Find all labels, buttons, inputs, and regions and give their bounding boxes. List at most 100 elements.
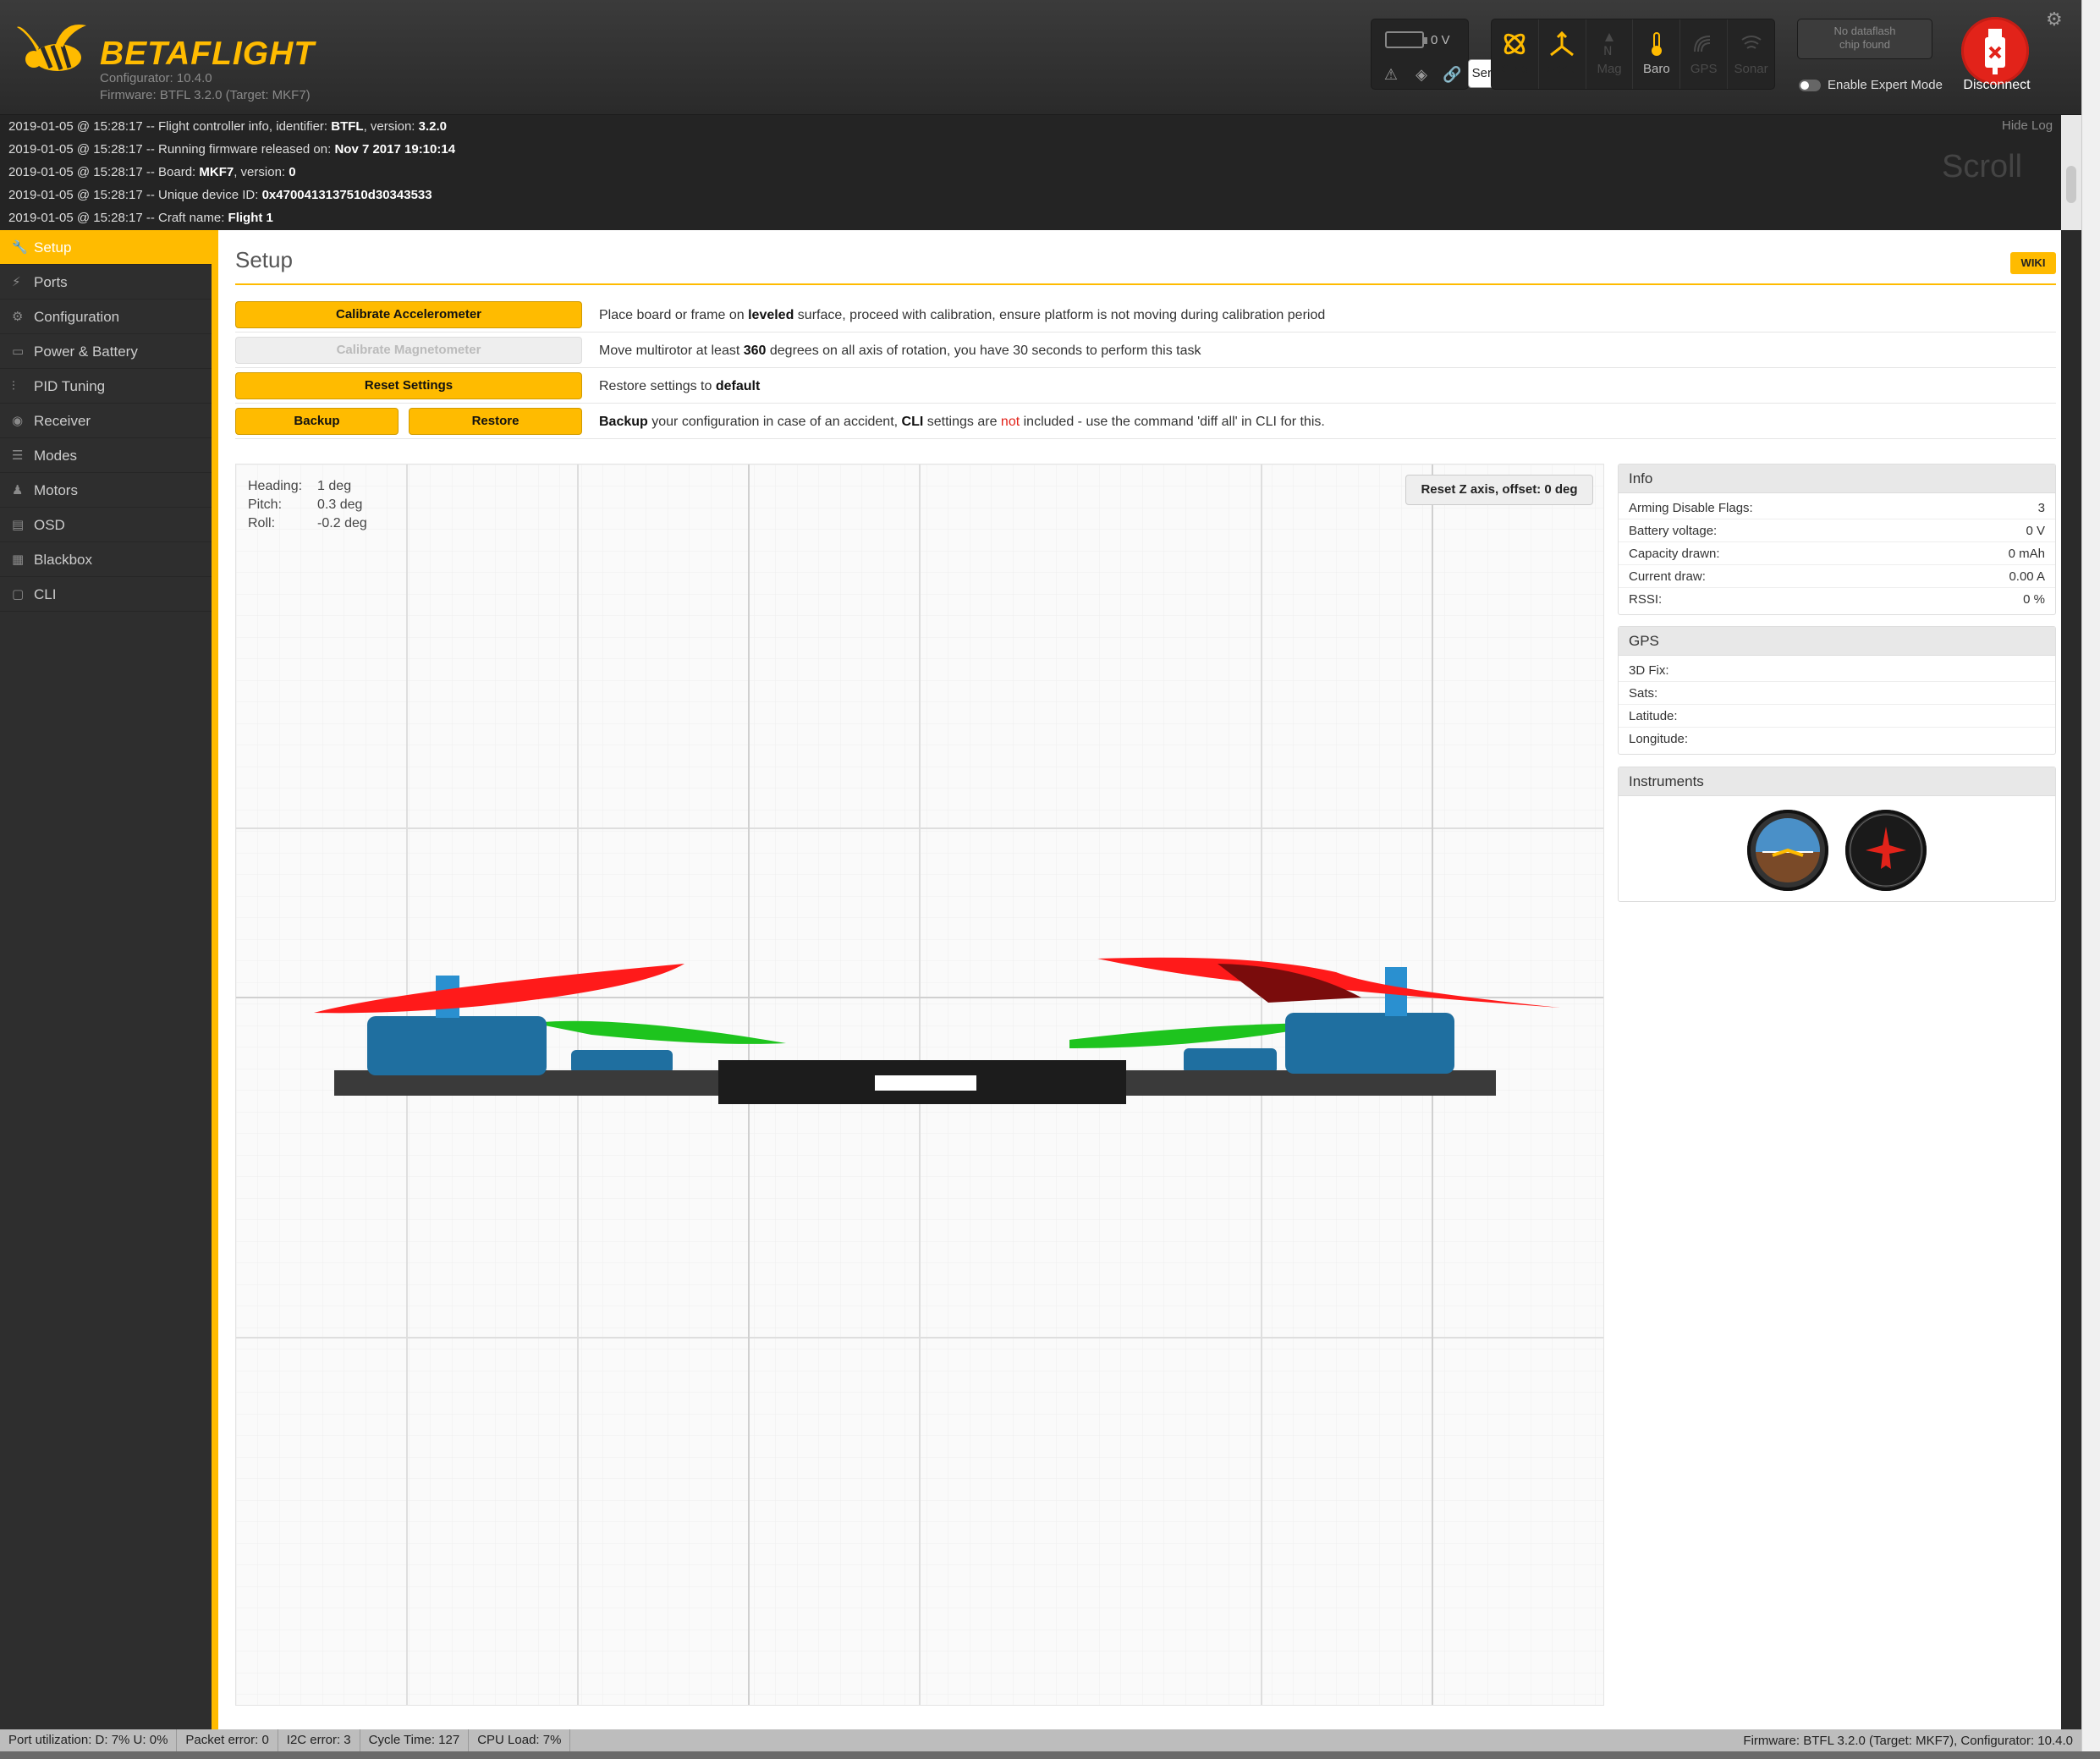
- log-line: 2019-01-05 @ 15:28:17 -- Flight controll…: [8, 119, 447, 134]
- sidebar-item-cli[interactable]: ▢ CLI: [0, 577, 212, 612]
- calibrate-magnetometer-button[interactable]: Calibrate Magnetometer: [235, 337, 582, 364]
- sidebar-item-label: Motors: [34, 482, 78, 498]
- sidebar-item-label: Modes: [34, 448, 78, 464]
- link-icon[interactable]: 🔗: [1443, 65, 1461, 84]
- sidebar-item-label: OSD: [34, 517, 65, 533]
- baro-icon: [1633, 31, 1679, 57]
- sonar-icon: [1728, 31, 1774, 57]
- calibrate-accelerometer-button[interactable]: Calibrate Accelerometer: [235, 301, 582, 328]
- reset-settings-button[interactable]: Reset Settings: [235, 372, 582, 399]
- sensor-label: Sonar: [1734, 62, 1768, 76]
- hide-log-link[interactable]: Hide Log: [2002, 118, 2053, 133]
- sidebar-item-configuration[interactable]: ⚙ Configuration: [0, 300, 212, 334]
- sidebar-item-power-battery[interactable]: ▭ Power & Battery: [0, 334, 212, 369]
- toggle-switch[interactable]: [1799, 79, 1821, 91]
- sidebar-item-blackbox[interactable]: ▦ Blackbox: [0, 542, 212, 577]
- disconnect-button[interactable]: [1961, 17, 2029, 85]
- calibrate-acc-description: Place board or frame on leveled surface,…: [599, 308, 1326, 322]
- gps-icon: [1680, 31, 1727, 57]
- info-row: Battery voltage: 0 V: [1619, 519, 2055, 542]
- cli-icon: ▢: [12, 587, 25, 602]
- info-value: 3: [2037, 501, 2045, 515]
- log-line: 2019-01-05 @ 15:28:17 -- Craft name: Fli…: [8, 211, 273, 225]
- sidebar-item-pid-tuning[interactable]: ⫶ PID Tuning: [0, 369, 212, 404]
- front-left-motor: [367, 1016, 547, 1075]
- sensor-label: Gyro: [1501, 62, 1529, 76]
- front-left-prop: [314, 964, 684, 1014]
- mag-icon: N: [1586, 31, 1633, 57]
- info-row: Capacity drawn: 0 mAh: [1619, 542, 2055, 565]
- info-label: Arming Disable Flags:: [1629, 501, 1753, 515]
- front-right-motor: [1285, 1013, 1454, 1074]
- port-utilization: Port utilization: D: 7% U: 0%: [0, 1729, 178, 1751]
- log-line: 2019-01-05 @ 15:28:17 -- Running firmwar…: [8, 142, 456, 157]
- scroll-indicator[interactable]: Scroll: [1942, 149, 2022, 185]
- info-label: RSSI:: [1629, 592, 1663, 607]
- sidebar-item-motors[interactable]: ♟ Motors: [0, 473, 212, 508]
- sidebar-item-osd[interactable]: ▤ OSD: [0, 508, 212, 542]
- receiver-icon: ◉: [12, 414, 24, 428]
- window-bottom-edge: [0, 1751, 2100, 1759]
- calibrate-mag-description: Move multirotor at least 360 degrees on …: [599, 344, 1201, 358]
- dataflash-status: No dataflash chip found: [1797, 19, 1932, 59]
- rear-right-motor: [1184, 1048, 1277, 1074]
- expert-mode-toggle[interactable]: Enable Expert Mode: [1799, 78, 1943, 92]
- sidebar-item-receiver[interactable]: ◉ Receiver: [0, 404, 212, 438]
- bee-logo-icon: [17, 24, 86, 71]
- backup-button[interactable]: Backup: [235, 408, 399, 435]
- sensor-mag: N Mag: [1586, 19, 1634, 89]
- wiki-button[interactable]: WIKI: [2010, 252, 2056, 274]
- svg-text:N: N: [1603, 45, 1612, 57]
- model-view[interactable]: Heading: 1 deg Pitch: 0.3 deg Roll: -0.2 de…: [235, 464, 1604, 1706]
- status-bar: Port utilization: D: 7% U: 0% Packet err…: [0, 1729, 2081, 1751]
- reset-row: Reset Settings Restore settings to defau…: [235, 369, 2056, 404]
- sidebar-item-label: Power & Battery: [34, 344, 138, 360]
- settings-gear-icon[interactable]: ⚙: [2046, 8, 2063, 30]
- osd-icon: ▤: [12, 518, 25, 532]
- attitude-readout: Heading: 1 deg Pitch: 0.3 deg Roll: -0.2 de…: [246, 476, 382, 534]
- sensor-baro: Baro: [1633, 19, 1681, 89]
- heading-value: 1 deg: [317, 479, 352, 493]
- battery-status: 0 V ⚠ ◈ 🔗: [1371, 19, 1469, 90]
- battery-icon: ▭: [12, 344, 25, 359]
- sidebar-item-label: CLI: [34, 586, 57, 602]
- info-label: Current draw:: [1629, 569, 1706, 584]
- info-value: 0 V: [2026, 524, 2045, 538]
- info-panel: Info Arming Disable Flags: 3 Battery volta…: [1618, 464, 2056, 615]
- battery-icon: [1385, 31, 1427, 48]
- backup-description: Backup your configuration in case of an …: [599, 415, 1325, 429]
- instruments-panel: Instruments: [1618, 767, 2056, 902]
- window-scrollbar[interactable]: [2081, 0, 2100, 1751]
- log-line: 2019-01-05 @ 15:28:17 -- Unique device I…: [8, 188, 432, 202]
- status-firmware: Firmware: BTFL 3.2.0 (Target: MKF7), Con…: [1743, 1733, 2073, 1748]
- info-value: 0.00 A: [2009, 569, 2045, 584]
- restore-button[interactable]: Restore: [409, 408, 582, 435]
- gps-row: Longitude:: [1619, 728, 2055, 750]
- sidebar-item-label: PID Tuning: [34, 378, 106, 394]
- firmware-version: Firmware: BTFL 3.2.0 (Target: MKF7): [100, 88, 311, 102]
- pid-icon: ⫶: [12, 379, 15, 393]
- modes-icon: ☰: [12, 448, 24, 463]
- pitch-value: 0.3 deg: [317, 497, 363, 512]
- heading-indicator-icon: [1845, 810, 1927, 891]
- backup-row: Backup Restore Backup your configuration…: [235, 404, 2056, 439]
- sidebar-item-ports[interactable]: ⚡ Ports: [0, 265, 212, 300]
- configurator-version: Configurator: 10.4.0: [100, 71, 212, 85]
- sidebar-item-label: Receiver: [34, 413, 91, 429]
- dataflash-line-2: chip found: [1839, 38, 1890, 51]
- gps-row: Sats:: [1619, 682, 2055, 705]
- info-row: Arming Disable Flags: 3: [1619, 497, 2055, 519]
- info-value: 0 mAh: [2008, 547, 2045, 561]
- sidebar-item-label: Blackbox: [34, 552, 92, 568]
- sidebar-item-setup[interactable]: 🔧 Setup: [0, 230, 212, 265]
- reset-z-axis-button[interactable]: Reset Z axis, offset: 0 deg: [1405, 475, 1593, 505]
- page-title: Setup: [235, 247, 293, 272]
- heading-label: Heading:: [248, 479, 303, 493]
- roll-label: Roll:: [248, 516, 276, 530]
- frame-gap: [875, 1075, 976, 1091]
- sidebar-item-modes[interactable]: ☰ Modes: [0, 438, 212, 473]
- disconnect-label[interactable]: Disconnect: [1946, 78, 2048, 93]
- log-scrollbar[interactable]: [2061, 115, 2081, 230]
- log-line: 2019-01-05 @ 15:28:17 -- Board: MKF7, ve…: [8, 165, 296, 179]
- cpu-load: CPU Load: 7%: [469, 1729, 571, 1751]
